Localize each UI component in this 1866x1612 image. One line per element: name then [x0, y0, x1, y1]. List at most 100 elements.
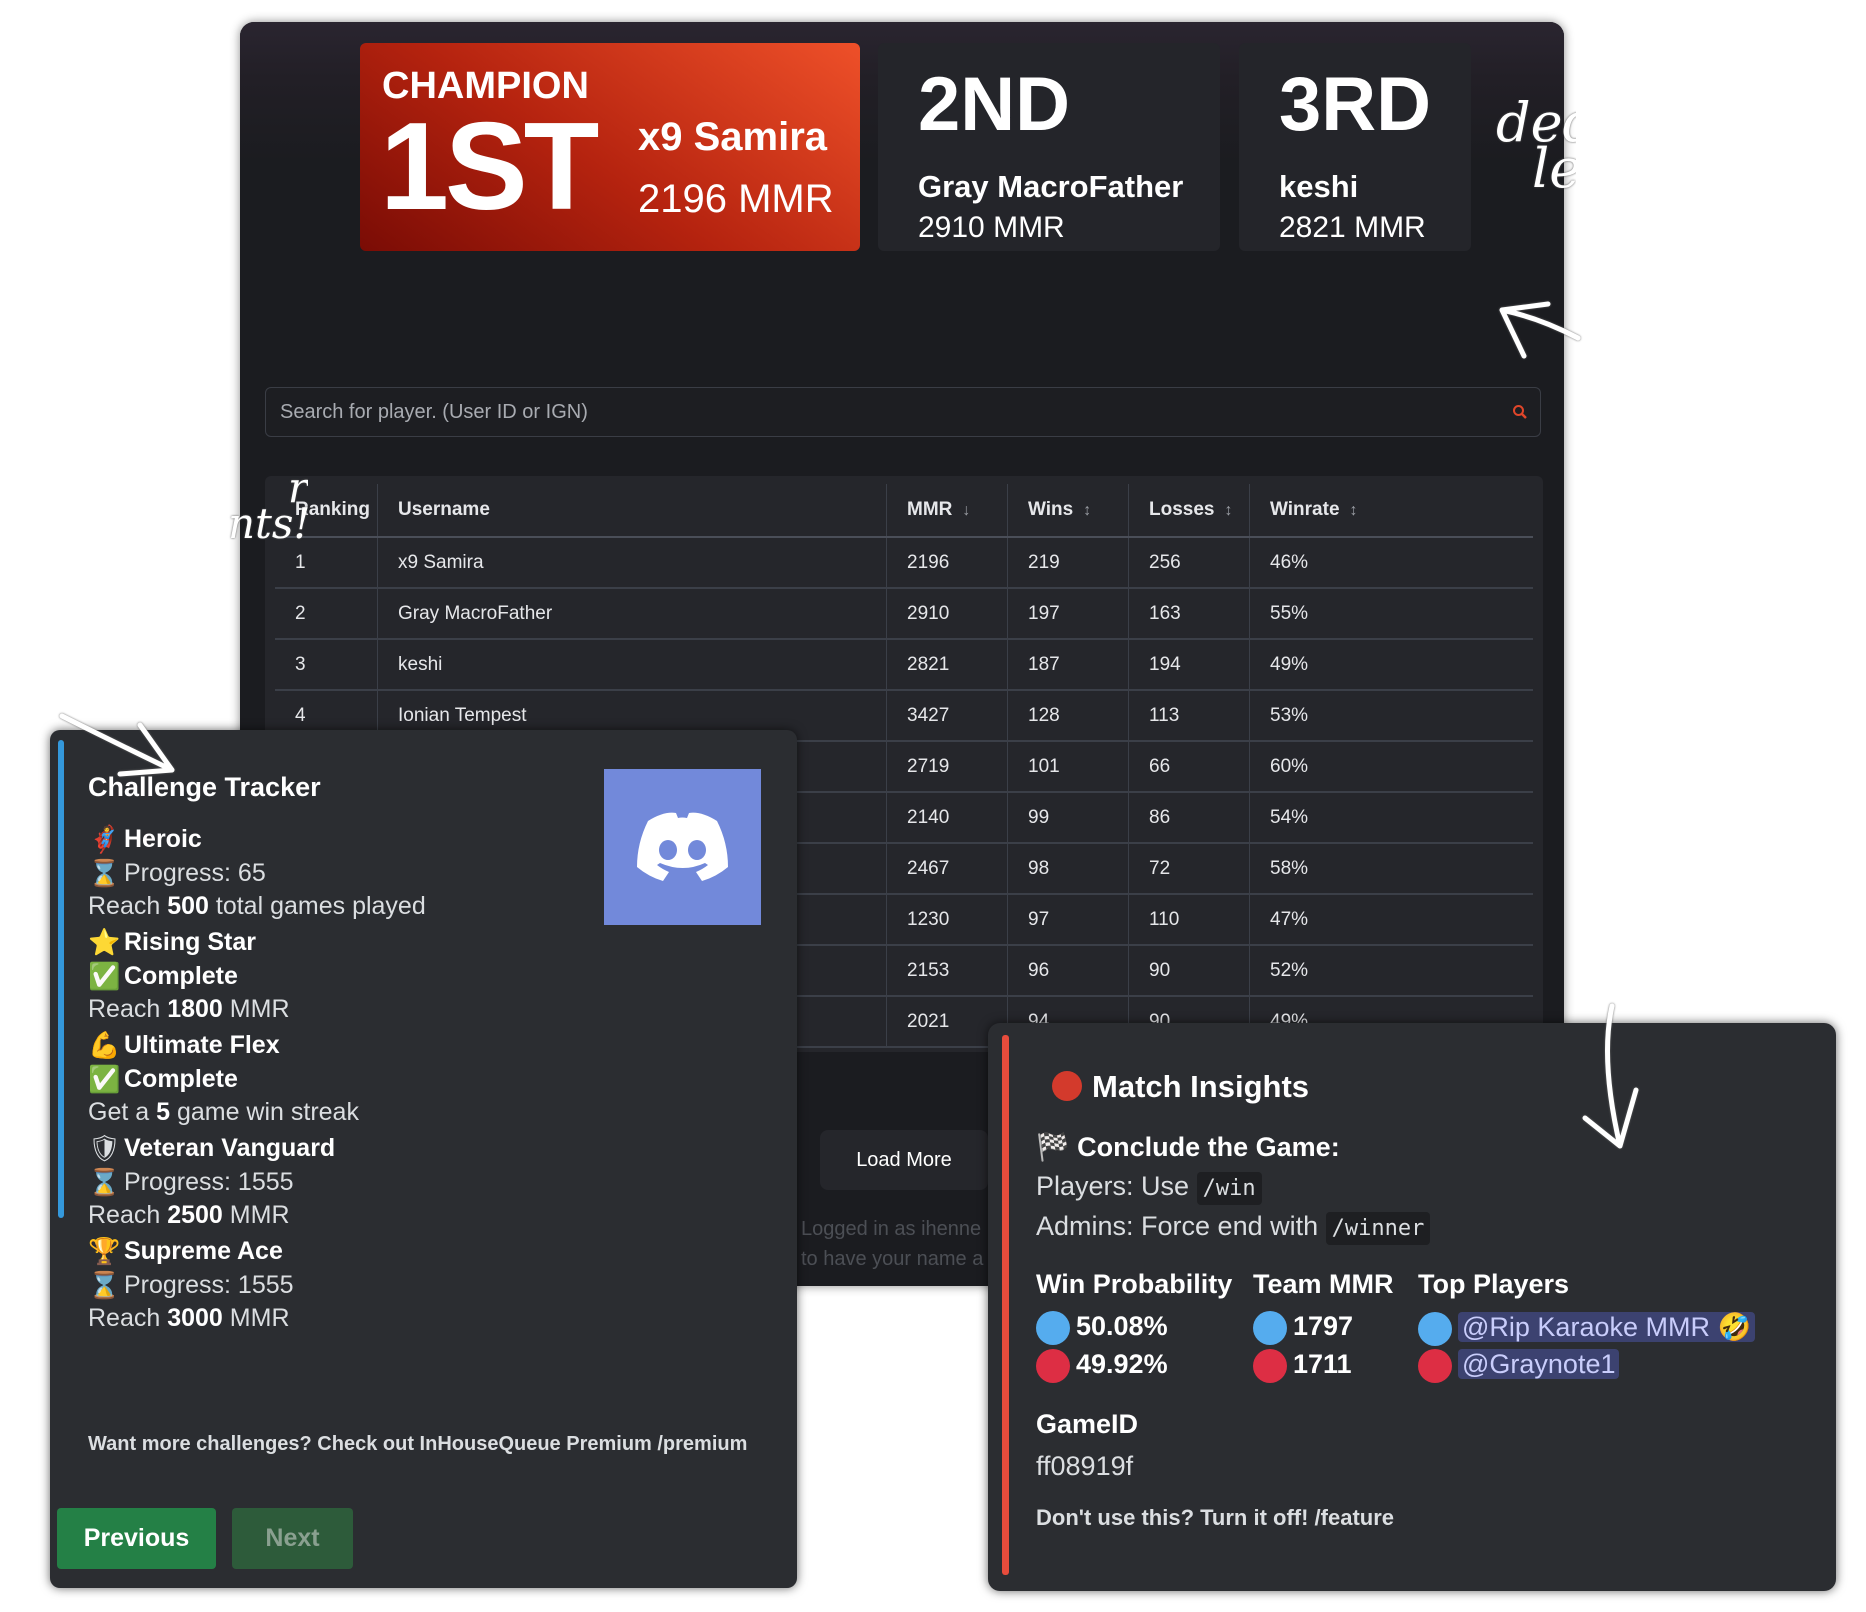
- previous-button[interactable]: Previous: [57, 1508, 216, 1569]
- column-header-losses[interactable]: Losses ↕: [1128, 484, 1250, 538]
- sort-icon[interactable]: ↕: [1083, 502, 1091, 519]
- table-cell: 2467: [886, 843, 1008, 895]
- challenge-status: Progress: 65: [124, 858, 266, 887]
- star-icon: ⭐: [88, 927, 121, 957]
- table-cell: 1230: [886, 894, 1008, 946]
- third-place: 3RD: [1279, 62, 1432, 147]
- conclude-row: 🏁 Conclude the Game:: [1036, 1131, 1340, 1163]
- load-more-button[interactable]: Load More: [820, 1130, 988, 1190]
- table-cell: 128: [1007, 690, 1129, 742]
- third-card: 3RD keshi 2821 MMR: [1239, 43, 1471, 251]
- table-cell: 3427: [886, 690, 1008, 742]
- desc-pre: Reach: [88, 1304, 168, 1332]
- team-mmr-heading: Team MMR: [1253, 1269, 1394, 1299]
- desc-bold: 1800: [167, 995, 223, 1023]
- embed-accent-bar: [1002, 1035, 1009, 1575]
- hourglass-icon: ⌛: [88, 1270, 121, 1300]
- challenge-status-row: ⌛ Progress: 1555: [88, 1270, 294, 1300]
- match-icon: [1052, 1071, 1082, 1101]
- challenge-footer: Want more challenges? Check out InHouseQ…: [88, 1433, 748, 1455]
- challenge-status-row: ✅ Complete: [88, 1064, 238, 1094]
- first-mmr: 2196 MMR: [638, 177, 834, 221]
- players-line: Players: Use /win: [1036, 1171, 1262, 1205]
- match-title-row: Match Insights: [1052, 1069, 1309, 1105]
- blue-prob: 50.08%: [1036, 1311, 1168, 1345]
- match-footer: Don't use this? Turn it off! /feature: [1036, 1505, 1395, 1530]
- logged-in-line: Logged in as ihenne: [801, 1218, 982, 1240]
- hourglass-icon: ⌛: [88, 1167, 121, 1197]
- table-cell: 2821: [886, 639, 1008, 691]
- table-header: Ranking Username MMR ↓ Wins ↕ Losses ↕ Winrate ↕: [275, 484, 1533, 538]
- annotation-text: nts!: [228, 499, 308, 548]
- sort-icon[interactable]: ↕: [1350, 502, 1358, 519]
- table-row[interactable]: 1 x9 Samira 2196 219 256 46%: [275, 537, 1533, 589]
- red-circle-icon: [1036, 1349, 1070, 1383]
- table-cell: 46%: [1249, 537, 1533, 589]
- table-cell: 55%: [1249, 588, 1533, 640]
- player-mention[interactable]: @Rip Karaoke MMR 🤣: [1458, 1312, 1756, 1342]
- challenge-desc: Reach 3000 MMR: [88, 1304, 290, 1333]
- table-cell: 163: [1128, 588, 1250, 640]
- challenge-status: Progress: 1555: [124, 1270, 294, 1299]
- header-label: Losses: [1149, 499, 1215, 520]
- challenge-desc: Reach 1800 MMR: [88, 995, 290, 1024]
- players-text: Players: Use: [1036, 1171, 1190, 1201]
- sort-icon[interactable]: ↕: [1224, 502, 1232, 519]
- shield-icon: 🛡: [88, 1133, 122, 1163]
- sort-icon[interactable]: ↓: [962, 502, 970, 519]
- table-cell: keshi: [377, 639, 887, 691]
- header-label: Username: [398, 499, 490, 520]
- gameid-label: GameID: [1036, 1409, 1139, 1439]
- next-button[interactable]: Next: [232, 1508, 353, 1569]
- table-cell: 49%: [1249, 639, 1533, 691]
- table-cell: 54%: [1249, 792, 1533, 844]
- challenge-item-0: 🦸 Heroic: [88, 824, 202, 854]
- player-mention[interactable]: @Graynote1: [1458, 1349, 1620, 1380]
- table-cell: 60%: [1249, 741, 1533, 793]
- match-title: Match Insights: [1092, 1069, 1310, 1104]
- blue-top-player: @Rip Karaoke MMR 🤣: [1418, 1311, 1756, 1346]
- champion-card: CHAMPION 1ST x9 Samira 2196 MMR: [360, 43, 860, 251]
- header-label: Wins: [1028, 499, 1074, 520]
- table-row[interactable]: 3 keshi 2821 187 194 49%: [275, 639, 1533, 691]
- search-input[interactable]: [278, 399, 1470, 425]
- table-cell: 197: [1007, 588, 1129, 640]
- challenge-status: Complete: [124, 1064, 238, 1093]
- table-cell: 101: [1007, 741, 1129, 793]
- match-insights-card: Match Insights 🏁 Conclude the Game: Play…: [988, 1023, 1836, 1591]
- third-name: keshi: [1279, 169, 1359, 204]
- challenge-name: Veteran Vanguard: [124, 1133, 336, 1162]
- table-row[interactable]: 2 Gray MacroFather 2910 197 163 55%: [275, 588, 1533, 640]
- second-name: Gray MacroFather: [918, 169, 1184, 204]
- table-cell: 2910: [886, 588, 1008, 640]
- table-cell: 2140: [886, 792, 1008, 844]
- table-cell: 99: [1007, 792, 1129, 844]
- challenge-item-1: ⭐ Rising Star: [88, 927, 256, 957]
- table-cell: 97: [1007, 894, 1129, 946]
- annotation-left: r nts!: [228, 470, 308, 554]
- first-place: 1ST: [380, 98, 599, 236]
- check-icon: ✅: [88, 1064, 121, 1094]
- table-cell: 219: [1007, 537, 1129, 589]
- discord-icon: [637, 812, 728, 881]
- challenge-item-3: 🛡 Veteran Vanguard: [88, 1133, 335, 1163]
- column-header-winrate[interactable]: Winrate ↕: [1249, 484, 1533, 538]
- red-mmr-value: 1711: [1293, 1349, 1352, 1380]
- winner-command: /winner: [1325, 1212, 1431, 1245]
- column-header-wins[interactable]: Wins ↕: [1007, 484, 1129, 538]
- table-cell: 113: [1128, 690, 1250, 742]
- superhero-icon: 🦸: [88, 824, 121, 854]
- check-icon: ✅: [88, 961, 121, 991]
- column-header-mmr[interactable]: MMR ↓: [886, 484, 1008, 538]
- challenge-status: Progress: 1555: [124, 1167, 294, 1196]
- challenge-name: Supreme Ace: [124, 1236, 283, 1265]
- challenge-desc: Reach 2500 MMR: [88, 1201, 290, 1230]
- header-label: Winrate: [1270, 499, 1340, 520]
- challenge-status-row: ⌛ Progress: 65: [88, 858, 266, 888]
- desc-bold: 2500: [167, 1201, 223, 1229]
- search-icon[interactable]: [1512, 404, 1528, 420]
- second-card: 2ND Gray MacroFather 2910 MMR: [878, 43, 1220, 251]
- win-command: /win: [1196, 1172, 1262, 1205]
- red-circle-icon: [1418, 1349, 1452, 1383]
- gameid-value: ff08919f: [1036, 1451, 1134, 1481]
